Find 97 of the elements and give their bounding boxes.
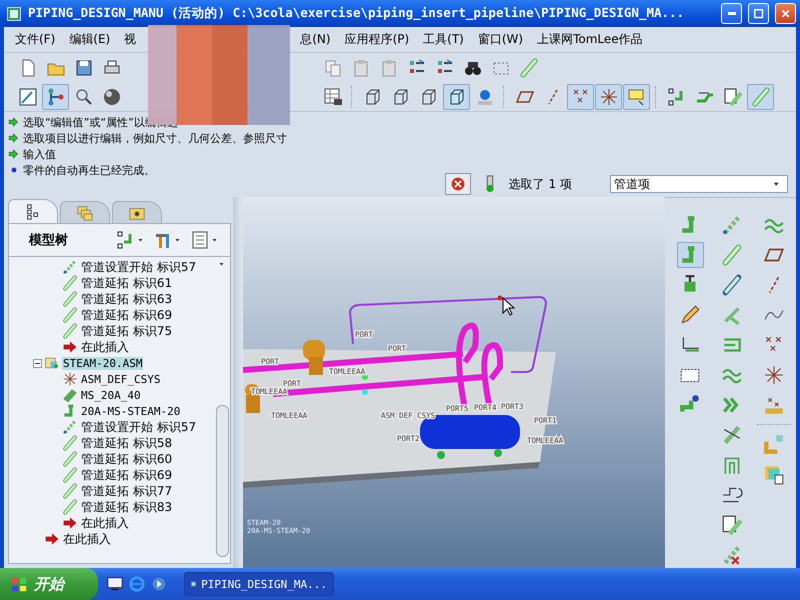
pipe-icon — [62, 323, 78, 339]
tree-item[interactable]: 在此插入 — [80, 338, 130, 356]
cursor-icon — [503, 298, 514, 315]
menu-item[interactable]: 编辑(E) — [62, 29, 118, 50]
pipe-icon — [750, 86, 770, 106]
sphere-icon — [102, 86, 122, 106]
pipe-icon — [62, 483, 78, 499]
tree-item[interactable]: 管道延拓 标识63 — [80, 290, 174, 308]
pipe-icon — [62, 467, 78, 483]
pipe-icon — [62, 499, 78, 515]
menu-item[interactable]: 窗口(W) — [470, 29, 530, 50]
desktop-icon[interactable] — [106, 575, 124, 593]
graph-icon — [18, 86, 38, 106]
windows-icon — [10, 575, 28, 593]
tree-item[interactable]: 在此插入 — [80, 514, 130, 532]
document-icon — [721, 514, 743, 536]
close-button[interactable] — [775, 3, 796, 24]
pipe-icon — [721, 274, 743, 296]
tree-item[interactable]: 在此插入 — [62, 530, 112, 548]
points-button[interactable] — [567, 84, 594, 110]
folders-icon — [76, 204, 94, 222]
tree-item[interactable]: 管道设置开始 标识57 — [80, 258, 198, 276]
pipe-icon — [62, 275, 78, 291]
tree-item[interactable]: ASM_DEF_CSYS — [80, 372, 162, 386]
media-player-icon[interactable] — [150, 575, 168, 593]
maximize-icon — [752, 6, 766, 20]
arrow-icon — [62, 515, 78, 531]
pipe-icon — [62, 307, 78, 323]
coordinate-system-button[interactable] — [595, 84, 622, 110]
selection-status: 选取了 1 项 — [508, 176, 572, 192]
corner-icon — [763, 433, 785, 455]
tree-item[interactable]: STEAM-20.ASM — [62, 356, 144, 370]
tree-item[interactable]: 管道延拓 标识60 — [80, 450, 174, 468]
menu-item[interactable]: 文件(F) — [8, 29, 62, 50]
minimize-button[interactable] — [721, 3, 742, 24]
node-icon — [46, 86, 66, 106]
magnifier-icon — [74, 86, 94, 106]
pipe-cut-icon — [721, 424, 743, 446]
arrow-icon — [8, 148, 20, 160]
stop-icon — [450, 176, 466, 192]
menu-item[interactable]: 应用程序(P) — [338, 29, 416, 50]
note-icon — [626, 86, 646, 106]
menu-item[interactable]: 视 — [117, 29, 144, 50]
menu-item[interactable]: 工具(T) — [416, 29, 471, 50]
minimize-icon — [726, 11, 736, 16]
coordinate-system-icon — [598, 86, 618, 106]
dashed-pipe-icon — [62, 259, 78, 275]
pipe-icon — [721, 244, 743, 266]
panel-tab[interactable] — [8, 199, 58, 223]
tree-item[interactable]: 管道延拓 标识69 — [80, 466, 174, 484]
pipe-delete-icon — [721, 544, 743, 566]
message-text: 零件的自动再生已经完成。 — [23, 162, 155, 178]
tree-item[interactable]: 管道延拓 标识75 — [80, 322, 174, 340]
message-text: 选取“编辑值”或“属性”以编辑选 — [23, 114, 178, 130]
tree-item[interactable]: 管道延拓 标识69 — [80, 306, 174, 324]
table-icon — [322, 86, 342, 106]
cancel-button[interactable] — [444, 173, 471, 195]
panel-title: 模型树 — [29, 232, 69, 249]
pencil-icon — [679, 304, 701, 326]
dashed-pipe-icon — [62, 419, 78, 435]
shaded-cube-button[interactable] — [443, 84, 470, 110]
copy-icon — [322, 58, 342, 78]
dashed-pipe-icon — [721, 214, 743, 236]
node-button[interactable] — [42, 84, 69, 110]
arrow-icon — [62, 339, 78, 355]
tree-item[interactable]: 管道延拓 标识58 — [80, 434, 174, 452]
coordinate-system-icon — [62, 371, 78, 387]
list-icon — [190, 230, 210, 250]
note-button[interactable] — [623, 84, 650, 110]
tree-item[interactable]: MS_20A_40 — [80, 388, 142, 402]
menu-item[interactable]: 息(N) — [293, 29, 338, 50]
start-button[interactable]: 开始 — [0, 568, 98, 600]
filter-dropdown[interactable]: 管道项 — [610, 175, 788, 193]
arrow-icon — [8, 132, 20, 144]
pipes-icon — [62, 387, 78, 403]
arrow-icon — [44, 531, 60, 547]
taskbar-button[interactable]: PIPING_DESIGN_MA... — [184, 572, 334, 596]
pipe-icon — [62, 435, 78, 451]
arrow-icon — [8, 116, 20, 128]
pipe-icon — [62, 291, 78, 307]
tree-item[interactable]: 管道延拓 标识77 — [80, 482, 174, 500]
pipe-icon — [518, 58, 538, 78]
assembly-icon — [44, 355, 60, 371]
window-title: PIPING_DESIGN_MANU (活动的) C:\3cola\exercise\piping_insert_pipeline\PIPING_DESIGN_MA... — [28, 5, 686, 22]
tree-item[interactable]: 20A-MS-STEAM-20 — [80, 404, 182, 418]
app-icon — [6, 6, 22, 22]
pipe-icon — [62, 451, 78, 467]
tree-item[interactable]: 管道延拓 标识61 — [80, 274, 174, 292]
message-text: 输入值 — [23, 146, 56, 162]
document-icon — [722, 86, 742, 106]
tree-item[interactable]: 管道设置开始 标识57 — [80, 418, 198, 436]
collapse-toggle[interactable] — [33, 358, 42, 368]
message-text: 选取项目以进行编辑，例如尺寸、几何公差、参照尺寸 — [23, 130, 287, 146]
tree-item[interactable]: 管道延拓 标识83 — [80, 498, 174, 516]
coordinate-system-icon — [763, 364, 785, 386]
maximize-button[interactable] — [748, 3, 769, 24]
menu-item[interactable]: 上课网TomLee作品 — [530, 29, 650, 50]
